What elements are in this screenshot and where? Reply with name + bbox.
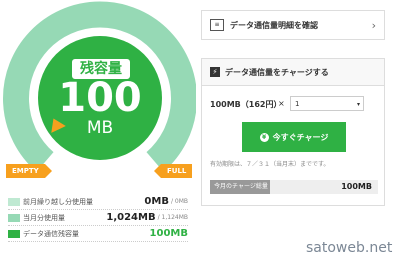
quantity-select-value: 1 (295, 100, 300, 108)
legend-label: 前月繰り越し分使用量 (23, 197, 93, 206)
expiry-note: 有効期限は、７／３１（当月末）までです。 (210, 161, 330, 168)
monthly-charge-bar: 今月のチャージ総量 100MB (210, 180, 378, 194)
charge-panel: ⚡ データ通信量をチャージする 100MB（162円） × 1 ▾ ¥ 今すぐチ… (201, 58, 385, 206)
quantity-select[interactable]: 1 ▾ (290, 96, 364, 111)
legend-swatch (8, 229, 20, 238)
legend-value: 100MB (149, 228, 188, 239)
capacity-gauge: 残容量 100 MB EMPTY FULL (0, 0, 197, 190)
charge-panel-header: ⚡ データ通信量をチャージする (202, 59, 384, 86)
legend-row-remaining: データ通信残容量 100MB (8, 226, 188, 242)
legend-sub: / 0MB (170, 198, 188, 205)
usage-legend: 前月繰り越し分使用量 0MB / 0MB 当月分使用量 1,024MB / 1,… (8, 194, 188, 242)
confirm-usage-label: データ通信量明細を確認 (230, 20, 318, 30)
legend-value: 1,024MB (106, 212, 156, 223)
legend-sub: / 1,124MB (157, 214, 188, 221)
charge-now-button[interactable]: ¥ 今すぐチャージ (242, 122, 346, 152)
legend-label: 当月分使用量 (23, 213, 65, 222)
charge-quantity-label: 100MB（162円） (210, 100, 282, 109)
remaining-value: 100 (58, 75, 142, 121)
watermark-text: satoweb.net (306, 240, 393, 256)
empty-label: EMPTY (6, 164, 52, 178)
charge-now-label: 今すぐチャージ (272, 132, 329, 142)
legend-value: 0MB (144, 196, 169, 207)
times-symbol: × (278, 99, 285, 108)
legend-row-carryover: 前月繰り越し分使用量 0MB / 0MB (8, 194, 188, 210)
legend-swatch (8, 213, 20, 222)
monthly-charge-label: 今月のチャージ総量 (214, 183, 268, 190)
legend-swatch (8, 197, 20, 206)
chevron-down-icon: ▾ (356, 101, 360, 108)
monthly-charge-amount: 100MB (341, 182, 372, 191)
document-icon: ≡ (210, 19, 224, 31)
legend-row-current: 当月分使用量 1,024MB / 1,124MB (8, 210, 188, 226)
charge-icon: ⚡ (210, 67, 220, 77)
confirm-usage-link[interactable]: ≡ データ通信量明細を確認 › (201, 10, 385, 40)
charge-title: データ通信量をチャージする (225, 67, 329, 77)
yen-coin-icon: ¥ (259, 132, 269, 142)
full-label: FULL (153, 164, 193, 178)
chevron-right-icon: › (371, 18, 376, 32)
legend-label: データ通信残容量 (23, 229, 79, 238)
